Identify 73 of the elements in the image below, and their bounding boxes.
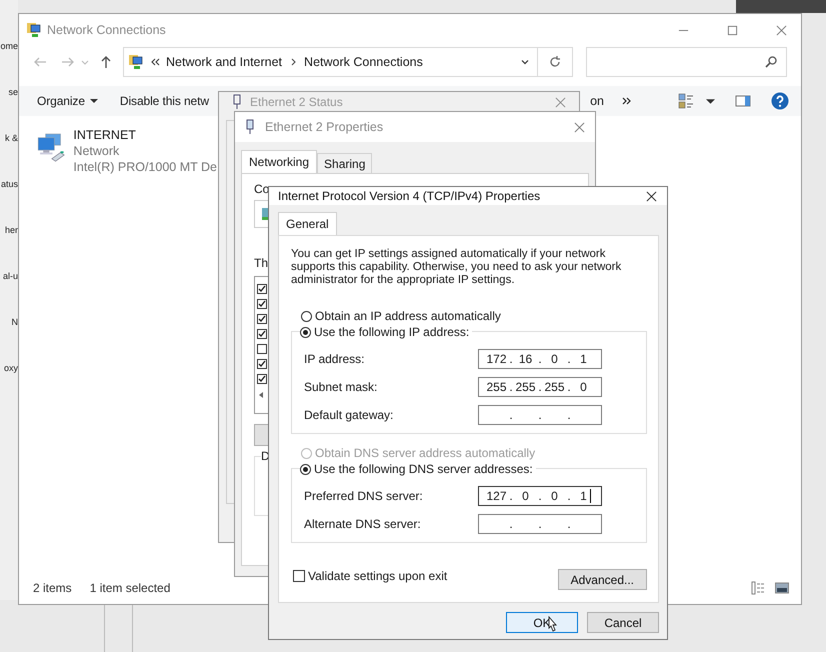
settings-text: oxy — [4, 362, 18, 374]
intro-text: You can get IP settings assigned automatically if your network supports this capability. Otherwise, you need to ask your network administrator for the appropriate IP settings. — [291, 248, 622, 287]
toolbar-button[interactable]: Disable this netw — [120, 94, 209, 108]
ip-address-field[interactable]: 172 . 16 . 0 . 1 — [478, 349, 602, 369]
adapter-icon — [262, 208, 268, 220]
help-icon[interactable] — [771, 92, 789, 110]
toolbar-button[interactable]: on — [590, 94, 604, 108]
checkbox[interactable] — [257, 344, 267, 354]
breadcrumb[interactable]: Network and Internet — [166, 55, 282, 69]
checkbox[interactable]: Validate settings upon exit — [293, 568, 448, 582]
settings-text: ome — [0, 40, 18, 52]
adapter-name: Intel(R) PRO/1000 MT De — [73, 159, 217, 175]
checkbox[interactable] — [257, 314, 267, 324]
checkbox[interactable] — [257, 299, 267, 309]
close-button[interactable] — [646, 190, 657, 202]
up-arrow-icon[interactable] — [99, 55, 113, 69]
radio-option[interactable]: Obtain an IP address automatically — [301, 307, 647, 325]
more-chevron-icon[interactable] — [622, 96, 632, 106]
ip-address-field[interactable]: . . . — [478, 514, 602, 534]
settings-text: her — [4, 224, 18, 236]
field-label: Preferred DNS server: — [304, 489, 423, 503]
connection-item[interactable]: INTERNET Network Intel(R) PRO/1000 MT De — [37, 124, 217, 175]
scroll-left-icon[interactable] — [257, 391, 265, 399]
dialog-title: Internet Protocol Version 4 (TCP/IPv4) Properties — [278, 189, 540, 203]
field-label: Th — [254, 256, 268, 270]
status-text: 1 item selected — [90, 581, 170, 595]
maximize-button[interactable] — [727, 24, 738, 36]
network-plug-icon — [245, 119, 255, 135]
double-chevron-icon[interactable] — [150, 57, 160, 67]
checkbox[interactable] — [257, 359, 267, 369]
checkbox[interactable] — [257, 374, 267, 384]
caret-icon — [90, 97, 98, 105]
search-field[interactable] — [586, 47, 787, 77]
connection-status: Network — [73, 143, 120, 159]
network-folder-icon — [26, 22, 42, 38]
refresh-icon — [548, 55, 562, 69]
search-icon — [764, 55, 778, 69]
checkbox[interactable] — [257, 329, 267, 339]
refresh-button[interactable] — [538, 47, 573, 77]
toolbar-button[interactable]: Organize — [37, 94, 98, 108]
large-icons-view-icon[interactable] — [775, 581, 789, 595]
settings-text: al-u — [2, 270, 18, 282]
status-text: 2 items — [33, 581, 72, 595]
field-label: Subnet mask: — [304, 380, 378, 394]
settings-text: atus — [0, 178, 18, 190]
window-title: Network Connections — [47, 23, 166, 37]
ip-address-field[interactable]: 255 . 255 . 255 . 0 — [478, 377, 602, 397]
checkbox[interactable] — [257, 284, 267, 294]
field-label: IP address: — [304, 352, 364, 366]
settings-text: se — [8, 86, 18, 98]
settings-text: N — [12, 316, 18, 328]
dialog-button[interactable]: Cancel — [587, 612, 659, 633]
network-plug-icon — [232, 94, 242, 110]
field-label: Default gateway: — [304, 408, 394, 422]
tab[interactable]: Networking — [241, 150, 318, 174]
breadcrumb[interactable]: Network Connections — [304, 55, 423, 69]
address-bar[interactable]: Network and Internet Network Connections — [123, 47, 538, 77]
field-label: Alternate DNS server: — [304, 517, 421, 531]
dialog-title: Ethernet 2 Status — [250, 95, 343, 109]
view-options-icon[interactable] — [678, 93, 694, 109]
caret-icon[interactable] — [706, 96, 715, 106]
tab[interactable]: Sharing — [317, 153, 372, 174]
advanced-button[interactable]: Advanced... — [558, 569, 647, 590]
dropdown-caret-icon[interactable] — [520, 57, 530, 67]
ip-address-field[interactable]: 127 . 0 . 0 . 1 — [478, 486, 602, 506]
connection-name: INTERNET — [73, 127, 137, 143]
details-view-icon[interactable] — [751, 581, 765, 595]
settings-text: k & — [4, 132, 18, 144]
ip-address-field[interactable]: . . . — [478, 405, 602, 425]
tab[interactable]: General — [278, 212, 337, 236]
dialog-title: Ethernet 2 Properties — [265, 120, 384, 134]
preview-pane-icon[interactable] — [735, 93, 751, 109]
network-folder-icon — [128, 54, 144, 70]
